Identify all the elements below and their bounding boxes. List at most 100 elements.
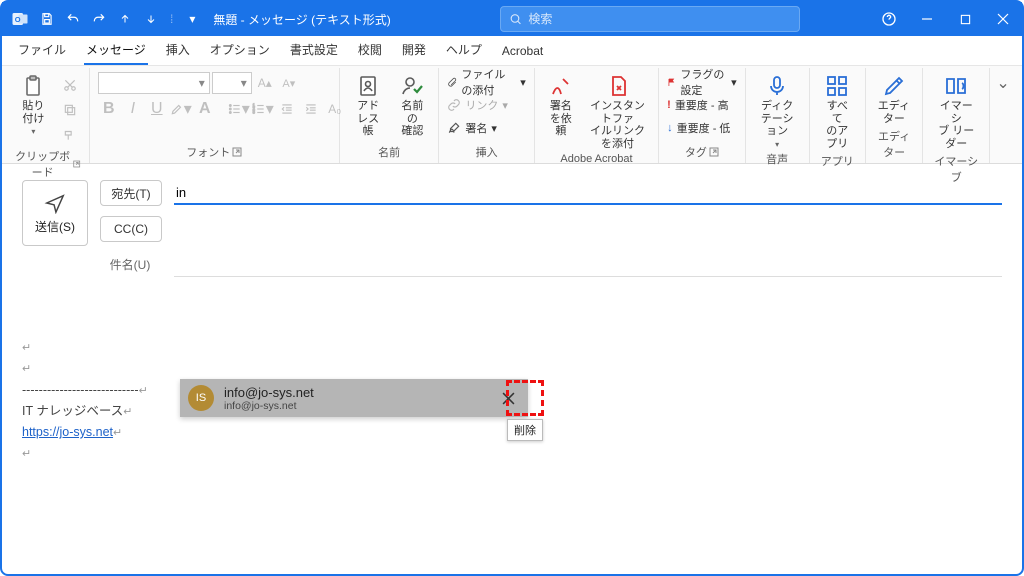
editor-label: エディ ター [878, 100, 910, 125]
ribbon-options-icon[interactable]: ⌄ [992, 72, 1014, 94]
app-window: O ⁞ ▾ 無題 - メッセージ (テキスト形式) ファイル メッセ [0, 0, 1024, 576]
editor-icon [882, 74, 906, 98]
cut-icon [59, 74, 81, 96]
minimize-button[interactable] [908, 2, 946, 36]
decrease-font-icon: A▾ [278, 72, 300, 94]
return-mark: ↵ [22, 448, 31, 460]
subject-field[interactable] [174, 252, 1002, 277]
font-color-icon: A [194, 98, 216, 120]
editor-button[interactable]: エディ ター [874, 70, 914, 125]
svg-text:3: 3 [252, 110, 255, 115]
cc-field[interactable] [174, 217, 1002, 241]
group-apps: すべて のアプリ アプリ [810, 68, 866, 163]
window-title: 無題 - メッセージ (テキスト形式) [213, 11, 390, 28]
signature-link[interactable]: https://jo-sys.net [22, 425, 113, 439]
address-book-label: アドレス帳 [352, 100, 385, 138]
signature-button[interactable]: 署名 ▾ [447, 118, 497, 138]
tab-options[interactable]: オプション [200, 35, 280, 65]
clipboard-icon [21, 74, 45, 98]
importance-high-button[interactable]: !重要度 - 高 [667, 95, 728, 115]
tab-message[interactable]: メッセージ [76, 35, 156, 65]
flag-button[interactable]: フラグの設定 ▾ [667, 72, 736, 92]
recipient-suggestion[interactable]: IS info@jo-sys.net info@jo-sys.net [180, 379, 528, 417]
launcher-icon[interactable] [232, 147, 242, 157]
immersive-reader-button[interactable]: イマーシ ブ リーダー [931, 70, 981, 151]
compose-pane: 送信(S) 宛先(T) CC(C) 件名(U) IS [2, 164, 1022, 574]
launcher-icon[interactable] [709, 147, 719, 157]
search-box[interactable] [500, 6, 800, 32]
instant-link-button[interactable]: インスタントファ イルリンクを添付 [585, 70, 650, 151]
help-icon[interactable] [870, 2, 908, 36]
send-icon [44, 192, 66, 214]
title-bar: O ⁞ ▾ 無題 - メッセージ (テキスト形式) [2, 2, 1022, 36]
dictate-label: ディク テーション [758, 100, 797, 138]
down-arrow-icon[interactable] [140, 8, 162, 30]
tab-acrobat[interactable]: Acrobat [492, 38, 553, 65]
qat-separator: ⁞ [170, 12, 173, 26]
attach-file-button[interactable]: ファイルの添付 ▾ [447, 72, 525, 92]
suggestion-name: info@jo-sys.net [224, 385, 314, 400]
all-apps-button[interactable]: すべて のアプリ [818, 70, 857, 151]
address-book-icon [356, 74, 380, 98]
return-mark: ↵ [22, 363, 31, 375]
request-sign-label: 署名 を依頼 [547, 100, 575, 138]
send-label: 送信(S) [35, 218, 75, 235]
check-names-button[interactable]: 名前の 確認 [394, 70, 430, 138]
return-mark: ↵ [22, 342, 31, 354]
increase-font-icon: A▴ [254, 72, 276, 94]
send-button[interactable]: 送信(S) [22, 180, 88, 246]
tab-developer[interactable]: 開発 [392, 35, 436, 65]
paste-button[interactable]: 貼り付け ▾ [14, 70, 53, 136]
address-book-button[interactable]: アドレス帳 [348, 70, 389, 138]
importance-low-button[interactable]: ↓重要度 - 低 [667, 118, 730, 138]
format-painter-icon [59, 124, 81, 146]
save-icon[interactable] [36, 8, 58, 30]
ribbon: 貼り付け ▾ クリップボード ▾ ▾ A▴ [2, 66, 1022, 164]
pen-sign-icon [549, 74, 573, 98]
apps-grid-icon [825, 74, 849, 98]
microphone-icon [765, 74, 789, 98]
check-names-icon [400, 74, 424, 98]
book-speaker-icon [944, 74, 968, 98]
group-font-label: フォント [186, 144, 230, 160]
to-field[interactable] [174, 182, 1002, 205]
avatar: IS [188, 385, 214, 411]
outlook-icon: O [10, 9, 30, 29]
instant-link-label: インスタントファ イルリンクを添付 [589, 100, 646, 151]
quick-access-toolbar: ⁞ ▾ [36, 8, 203, 30]
up-arrow-icon[interactable] [114, 8, 136, 30]
numbering-icon: 123▾ [252, 98, 274, 120]
tab-format[interactable]: 書式設定 [280, 35, 348, 65]
tab-insert[interactable]: 挿入 [156, 35, 200, 65]
redo-icon[interactable] [88, 8, 110, 30]
cc-button[interactable]: CC(C) [100, 216, 162, 242]
tab-review[interactable]: 校閲 [348, 35, 392, 65]
copy-icon [59, 99, 81, 121]
request-sign-button[interactable]: 署名 を依頼 [543, 70, 579, 138]
underline-button: U [146, 98, 168, 120]
group-immersive: イマーシ ブ リーダー イマーシブ [923, 68, 990, 163]
group-clipboard: 貼り付け ▾ クリップボード [6, 68, 90, 163]
close-button[interactable] [984, 2, 1022, 36]
to-button[interactable]: 宛先(T) [100, 180, 162, 206]
undo-icon[interactable] [62, 8, 84, 30]
immersive-label: イマーシ ブ リーダー [935, 100, 977, 151]
group-acrobat: 署名 を依頼 インスタントファ イルリンクを添付 Adobe Acrobat [535, 68, 659, 163]
tab-help[interactable]: ヘルプ [436, 35, 492, 65]
suggestion-email: info@jo-sys.net [224, 400, 314, 412]
tab-file[interactable]: ファイル [8, 35, 76, 65]
delete-tooltip: 削除 [507, 419, 543, 441]
link-button: リンク ▾ [447, 95, 508, 115]
group-voice: ディク テーション ▾ 音声 [746, 68, 810, 163]
maximize-button[interactable] [946, 2, 984, 36]
group-acrobat-label: Adobe Acrobat [560, 153, 632, 165]
bold-button: B [98, 98, 120, 120]
subject-label: 件名(U) [100, 256, 162, 273]
suggestion-remove-button[interactable] [494, 384, 522, 412]
all-apps-label: すべて のアプリ [822, 100, 853, 151]
group-editor-label: エディター [874, 128, 915, 160]
search-input[interactable] [528, 12, 791, 26]
qat-overflow-icon[interactable]: ▾ [181, 8, 203, 30]
group-insert: ファイルの添付 ▾ リンク ▾ 署名 ▾ 挿入 [439, 68, 534, 163]
dictate-button[interactable]: ディク テーション ▾ [754, 70, 801, 149]
